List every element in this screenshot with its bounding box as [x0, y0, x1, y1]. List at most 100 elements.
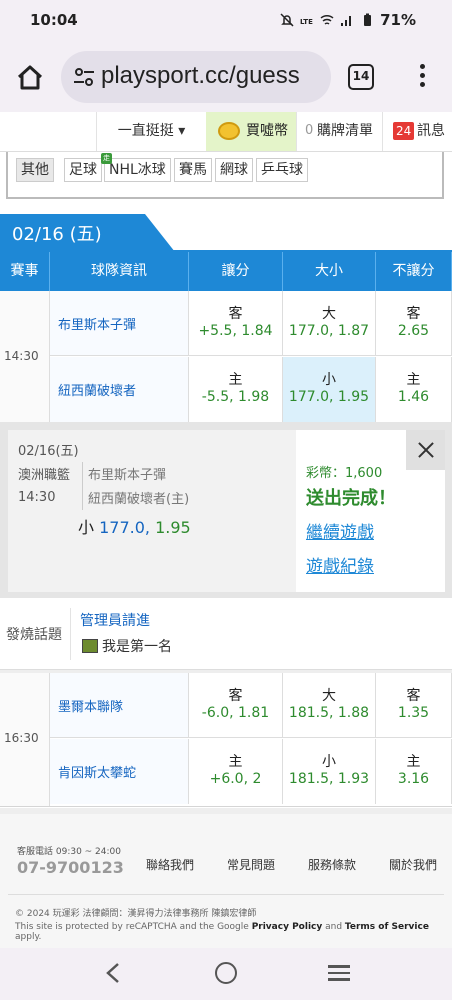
sport-chip-other[interactable]: 其他	[16, 158, 54, 182]
slip-away-team: 布里斯本子彈	[88, 468, 167, 483]
total-odds-cell[interactable]: 大 177.0, 1.87	[283, 291, 376, 355]
moneyline-odds-cell[interactable]: 主 1.46	[376, 357, 452, 422]
header-spread: 讓分	[189, 252, 283, 291]
url-text: playsport.cc/guess	[101, 62, 300, 89]
battery-icon	[364, 13, 372, 26]
spread-side: 客	[228, 688, 243, 704]
back-icon[interactable]	[104, 962, 122, 984]
date-tab[interactable]: 02/16 (五)	[0, 214, 175, 252]
footer-link-contact[interactable]: 聯絡我們	[146, 856, 194, 873]
user-dropdown[interactable]: 一直挺挺 ▾	[96, 112, 206, 151]
footer-link-terms[interactable]: 服務條款	[308, 856, 356, 873]
moneyline-value: 3.16	[397, 771, 430, 787]
copyright-text: © 2024 玩運彩 法律顧問：漢昇得力法律事務所 陳鎮宏律師	[15, 909, 257, 919]
team-name[interactable]: 紐西蘭破壞者	[50, 357, 189, 422]
address-bar[interactable]: playsport.cc/guess	[61, 51, 331, 103]
total-odds-cell[interactable]: 大 181.5, 1.88	[283, 673, 376, 737]
wifi-icon	[320, 14, 334, 25]
game-time: 16:30	[4, 731, 39, 745]
moneyline-odds-cell[interactable]: 主 3.16	[376, 739, 452, 804]
close-icon[interactable]	[406, 430, 445, 470]
slip-pick-line: 177.0,	[99, 518, 150, 537]
buy-coins-label: 買噓幣	[246, 123, 288, 139]
service-phone[interactable]: 07-9700123	[17, 858, 124, 877]
slip-home-team: 紐西蘭破壞者(主)	[88, 492, 190, 507]
spread-odds-cell[interactable]: 主 +6.0, 2	[189, 739, 283, 804]
total-odds-cell-selected[interactable]: 小 177.0, 1.95	[283, 357, 376, 422]
spread-value: +6.0, 2	[209, 771, 262, 787]
cart-count: 0	[305, 123, 314, 138]
site-footer: 客服電話 09:30 ~ 24:00 07-9700123 聯絡我們 常見問題 …	[0, 808, 452, 948]
game-time-cell: 16:30	[0, 673, 50, 806]
spread-odds-cell[interactable]: 客 +5.5, 1.84	[189, 291, 283, 355]
spread-value: -6.0, 1.81	[201, 705, 270, 721]
bet-slip-card: 02/16(五) 澳洲職籃 14:30 布里斯本子彈 紐西蘭破壞者(主) 小 1…	[8, 430, 445, 592]
sport-chip-tabletennis[interactable]: 乒乓球	[256, 158, 308, 182]
buy-coins-button[interactable]: 買噓幣	[206, 112, 296, 151]
team-name[interactable]: 布里斯本子彈	[50, 291, 189, 355]
continue-game-link[interactable]: 繼續遊戲	[306, 518, 374, 543]
moneyline-side: 客	[406, 688, 421, 704]
message-count-badge: 24	[393, 122, 415, 140]
home-circle-icon[interactable]	[215, 962, 237, 984]
moneyline-odds-cell[interactable]: 客 2.65	[376, 291, 452, 355]
slip-time: 14:30	[18, 490, 56, 505]
hot-topic-title-link[interactable]: 管理員請進	[80, 610, 150, 630]
game-row: 14:30 布里斯本子彈 客 +5.5, 1.84 大 177.0, 1.87 客2…	[0, 291, 452, 423]
total-side: 小	[322, 754, 336, 770]
terms-of-service-link[interactable]: Terms of Service	[345, 922, 429, 932]
new-tag: 走	[101, 153, 112, 164]
game-row: 16:30 墨爾本聯隊 客 -6.0, 1.81 大 181.5, 1.88 客 1.…	[0, 673, 452, 807]
team-name[interactable]: 墨爾本聯隊	[50, 673, 189, 737]
total-value: 181.5, 1.88	[288, 705, 370, 721]
site-settings-icon[interactable]	[73, 67, 95, 87]
moneyline-odds-cell[interactable]: 客 1.35	[376, 673, 452, 737]
team-name[interactable]: 肯因斯太攀蛇	[50, 739, 189, 804]
status-bar: 10:04 LTE 71%	[0, 0, 452, 42]
sport-chip-tennis[interactable]: 網球	[215, 158, 253, 182]
sport-chip-nhl[interactable]: 走 NHL冰球	[101, 153, 171, 182]
slip-divider	[82, 462, 83, 510]
spread-side: 客	[228, 306, 243, 322]
total-side: 小	[322, 372, 336, 388]
privacy-policy-link[interactable]: Privacy Policy	[252, 922, 323, 932]
game-records-link[interactable]: 遊戲紀錄	[306, 552, 374, 577]
status-icons: LTE 71%	[280, 11, 416, 29]
messages-button[interactable]: 24 訊息	[382, 112, 452, 151]
moneyline-value: 1.46	[397, 389, 430, 405]
footer-link-faq[interactable]: 常見問題	[227, 856, 275, 873]
footer-link-about[interactable]: 關於我們	[389, 856, 437, 873]
volte-icon: LTE	[300, 18, 313, 26]
first-post-text: 我是第一名	[102, 639, 172, 655]
recaptcha-text: This site is protected by reCAPTCHA and …	[15, 922, 249, 932]
tab-switcher-button[interactable]: 14	[348, 64, 374, 90]
total-odds-cell[interactable]: 小 181.5, 1.93	[283, 739, 376, 804]
browser-menu-icon[interactable]	[412, 64, 432, 92]
hot-topic-first-post[interactable]: 我是第一名	[82, 636, 172, 656]
service-hours-label: 客服電話 09:30 ~ 24:00	[17, 847, 121, 857]
sport-chip-horse[interactable]: 賽馬	[174, 158, 212, 182]
spread-odds-cell[interactable]: 客 -6.0, 1.81	[189, 673, 283, 737]
team-row-away: 布里斯本子彈 客 +5.5, 1.84 大 177.0, 1.87 客 2.65	[50, 291, 452, 356]
sport-filter-bar: 其他 足球 走 NHL冰球 賽馬 網球 乒乓球	[6, 152, 444, 199]
home-icon[interactable]	[14, 62, 46, 94]
messages-label: 訊息	[417, 123, 445, 139]
game-time-cell: 14:30	[0, 291, 50, 422]
status-time: 10:04	[30, 11, 78, 29]
recents-icon[interactable]	[328, 965, 350, 981]
hot-topic-section: 發燒話題 管理員請進 我是第一名	[0, 598, 452, 670]
moneyline-value: 1.35	[397, 705, 430, 721]
header-total: 大小	[283, 252, 376, 291]
header-team-info: 球隊資訊	[50, 252, 189, 291]
hot-topic-label: 發燒話題	[6, 627, 62, 643]
total-side: 大	[322, 306, 336, 322]
spread-odds-cell[interactable]: 主 -5.5, 1.98	[189, 357, 283, 422]
slip-pick: 小 177.0, 1.95	[78, 514, 191, 538]
slip-pick-side: 小	[78, 518, 95, 537]
bet-slip-summary: 02/16(五) 澳洲職籃 14:30 布里斯本子彈 紐西蘭破壞者(主) 小 1…	[8, 430, 296, 592]
cart-button[interactable]: 0 購牌清單	[296, 112, 382, 151]
signal-icon	[341, 16, 352, 26]
submit-complete-message: 送出完成！	[306, 488, 396, 509]
coin-icon	[218, 122, 240, 140]
sport-chip-soccer[interactable]: 足球	[64, 158, 102, 182]
